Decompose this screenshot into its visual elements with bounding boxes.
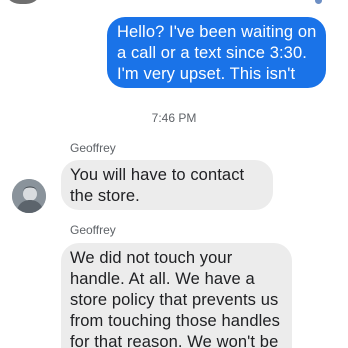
outgoing-message-bubble[interactable]: Hello? I've been waiting on a call or a … (107, 17, 326, 88)
contact-avatar[interactable] (12, 179, 46, 213)
message-thread: Hello? I've been waiting on a call or a … (0, 0, 348, 348)
incoming-message-bubble[interactable]: You will have to contact the store. (61, 160, 273, 210)
sender-name: Geoffrey (70, 141, 116, 155)
message-timestamp: 7:46 PM (151, 111, 197, 125)
incoming-message-bubble[interactable]: We did not touch your handle. At all. We… (61, 243, 292, 348)
avatar[interactable] (4, 0, 42, 4)
status-dot-icon (315, 0, 322, 4)
person-photo-icon (12, 179, 46, 213)
sender-name: Geoffrey (70, 223, 116, 237)
